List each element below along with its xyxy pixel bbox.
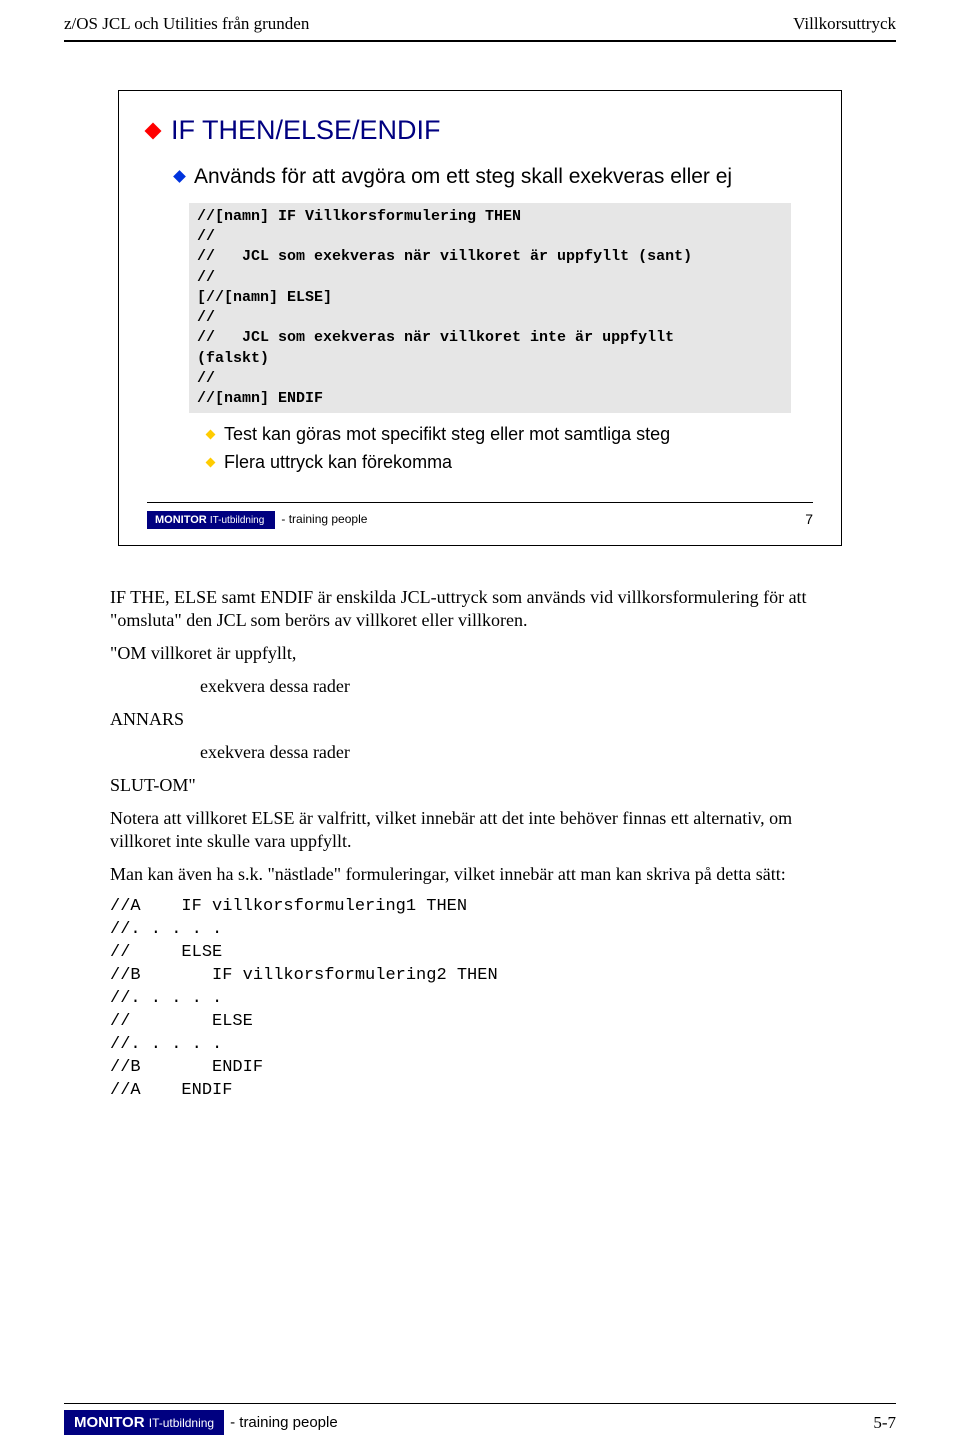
slide-box: IF THEN/ELSE/ENDIF Används för att avgör… (118, 90, 842, 546)
brand-sub: IT-utbildning (149, 1416, 214, 1430)
monitor-badge: MONITOR IT-utbildning (64, 1410, 224, 1435)
diamond-icon (206, 430, 216, 440)
slide-page-number: 7 (805, 511, 813, 527)
page-header: z/OS JCL och Utilities från grunden Vill… (0, 0, 960, 40)
body-code: //A IF villkorsformulering1 THEN //. . .… (110, 896, 850, 1102)
page-number: 5-7 (873, 1413, 896, 1433)
slide-title-text: IF THEN/ELSE/ENDIF (171, 115, 441, 146)
p2: "OM villkoret är uppfyllt, (110, 642, 850, 665)
slide-code: //[namn] IF Villkorsformulering THEN // … (189, 203, 791, 414)
p1: IF THE, ELSE samt ENDIF är enskilda JCL-… (110, 586, 850, 632)
slide-sub: Används för att avgöra om ett steg skall… (175, 164, 813, 191)
header-right: Villkorsuttryck (793, 14, 896, 34)
slide-point-2-text: Flera uttryck kan förekomma (224, 451, 452, 474)
body-text: IF THE, ELSE samt ENDIF är enskilda JCL-… (110, 586, 850, 1103)
footer-left: MONITOR IT-utbildning - training people (64, 1410, 338, 1435)
header-rule (64, 40, 896, 42)
p4: ANNARS (110, 708, 850, 731)
slide-point-1: Test kan göras mot specifikt steg eller … (207, 423, 813, 446)
brand-sub: IT-utbildning (210, 515, 264, 526)
brand: MONITOR (155, 514, 207, 526)
slide-footer-left: MONITOR IT-utbildning - training people (147, 512, 367, 526)
slide-rule (147, 502, 813, 503)
diamond-icon (145, 123, 162, 140)
slide-point-1-text: Test kan göras mot specifikt steg eller … (224, 423, 670, 446)
p8: Man kan även ha s.k. "nästlade" formuler… (110, 863, 850, 886)
slide-title: IF THEN/ELSE/ENDIF (147, 115, 813, 146)
brand: MONITOR (74, 1414, 145, 1431)
slide-point-2: Flera uttryck kan förekomma (207, 451, 813, 474)
diamond-icon (206, 457, 216, 467)
p5: exekvera dessa rader (200, 741, 850, 764)
diamond-icon (173, 170, 186, 183)
p6: SLUT-OM" (110, 774, 850, 797)
monitor-badge: MONITOR IT-utbildning (147, 511, 275, 529)
training-people-tag: - training people (281, 512, 367, 526)
p3: exekvera dessa rader (200, 675, 850, 698)
footer-rule (64, 1403, 896, 1404)
footer-row: MONITOR IT-utbildning - training people … (64, 1410, 896, 1435)
training-people-tag: - training people (230, 1414, 338, 1431)
p7: Notera att villkoret ELSE är valfritt, v… (110, 807, 850, 853)
page-footer: MONITOR IT-utbildning - training people … (0, 1403, 960, 1435)
slide-sub-text: Används för att avgöra om ett steg skall… (194, 164, 732, 191)
slide-footer: MONITOR IT-utbildning - training people … (147, 511, 813, 527)
header-left: z/OS JCL och Utilities från grunden (64, 14, 309, 34)
